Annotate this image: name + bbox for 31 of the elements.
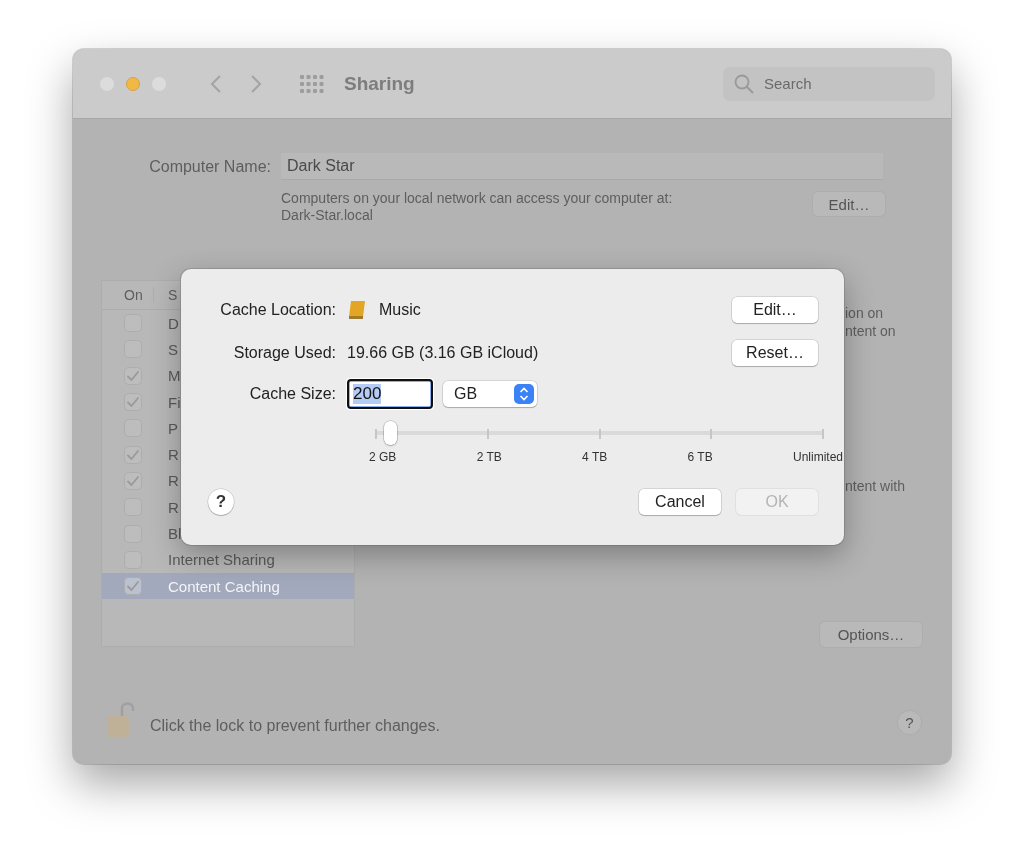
service-name: Content Caching [168,577,280,595]
window-title: Sharing [344,72,415,95]
service-name: R [168,498,179,516]
service-name: S [168,340,178,358]
description-text: ion on [845,304,885,322]
service-name: M [168,367,181,385]
column-header: S [168,287,178,303]
description-text: ntent on [845,322,897,340]
service-name: Bl [168,525,182,542]
service-name: D [168,314,179,332]
lock-message: Click the lock to prevent further changes. [150,717,440,735]
tick-label: 2 TB [476,450,502,464]
service-name: R [168,446,179,464]
tick-label: 6 TB [687,450,713,464]
cache-location-label: Cache Location: [219,301,336,319]
local-address: Dark-Star.local [281,207,374,224]
service-name: R [168,472,179,490]
storage-used-label: Storage Used: [232,344,336,362]
description-text: ntent with [845,477,906,495]
computer-name-label: Computer Name: [148,157,271,176]
tick-label: 4 TB [582,450,608,464]
tick-label: 2 GB [369,450,397,464]
network-note: Computers on your local network can access your computer at: [281,190,673,207]
tick-label: Unlimited [793,450,843,464]
storage-used-value: 19.66 GB (3.16 GB iCloud) [347,344,539,362]
service-name: P [168,419,178,437]
cache-location-value: Music [379,301,421,319]
service-name: Internet Sharing [168,551,275,569]
column-header: On [102,287,154,303]
service-name: Fi [168,393,181,411]
cache-size-label: Cache Size: [248,385,336,403]
